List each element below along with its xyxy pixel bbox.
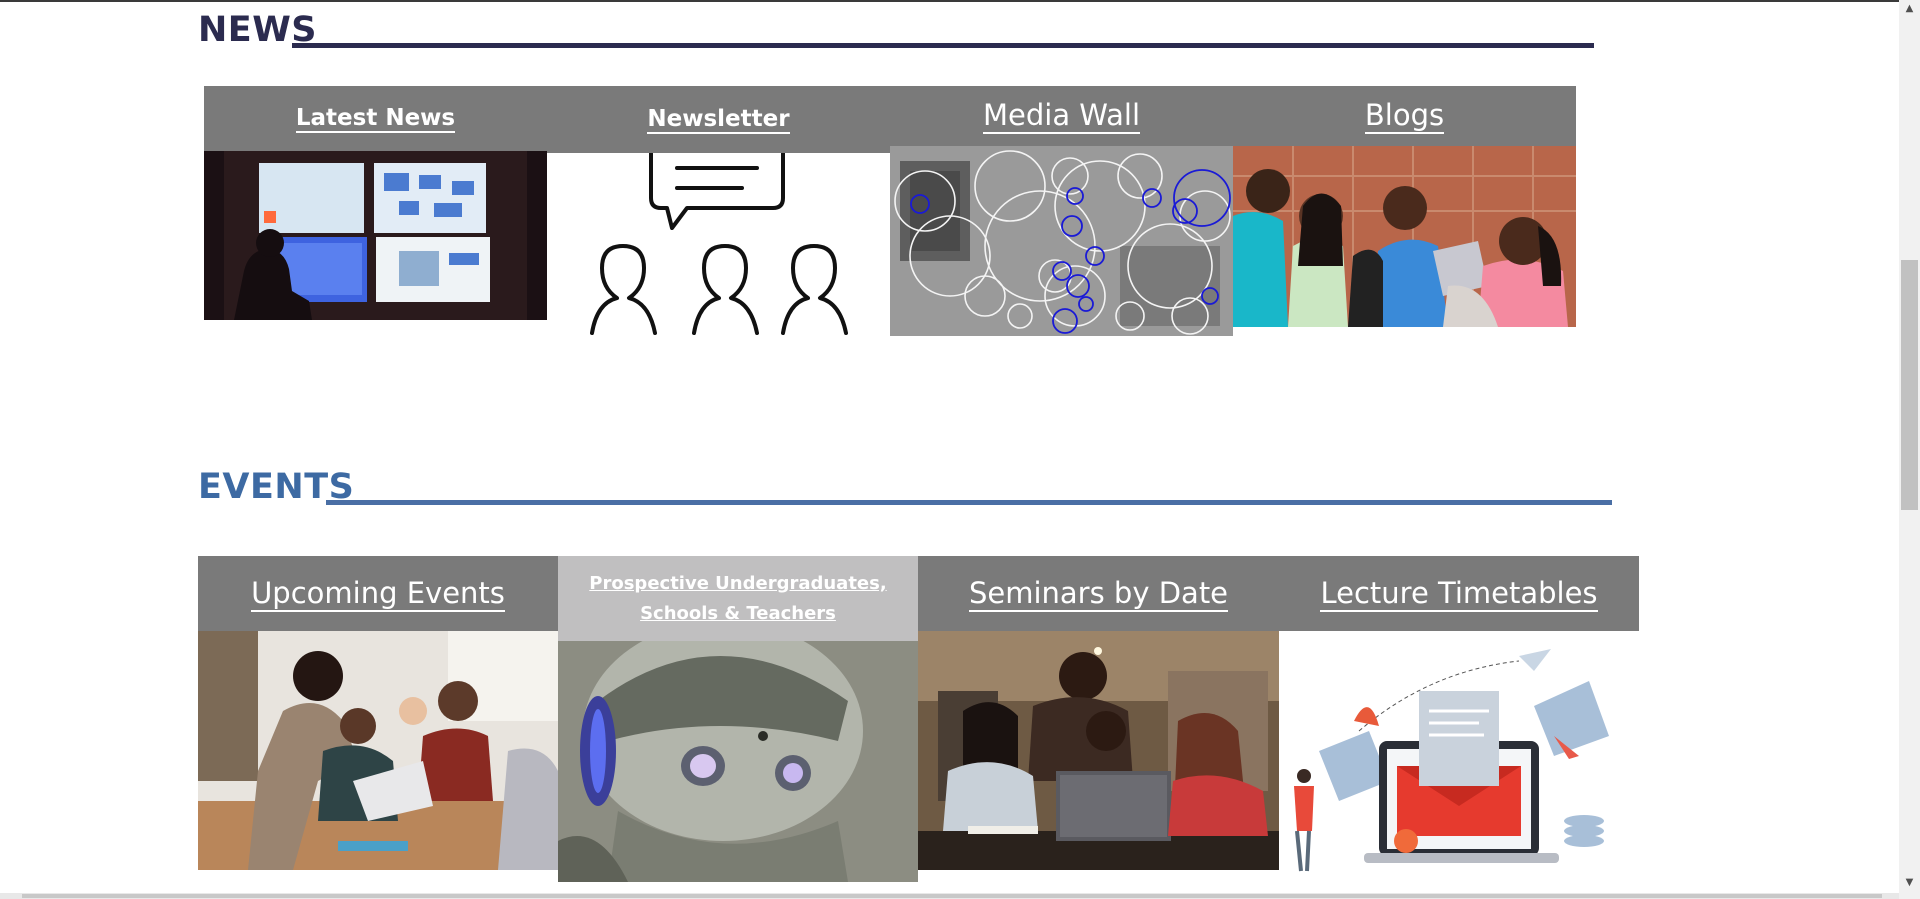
prospective-undergraduates-link[interactable]: Prospective Undergraduates, Schools & Te… (573, 569, 903, 629)
speech-bubble-people-icon (590, 153, 848, 335)
newsletter-image[interactable] (547, 153, 890, 336)
blogs-image[interactable] (1233, 146, 1576, 327)
media-wall-link[interactable]: Media Wall (982, 98, 1141, 134)
newsletter-link[interactable]: Newsletter (647, 106, 790, 134)
events-title-rule (326, 500, 1612, 505)
events-tile-seminars-by-date[interactable]: Seminars by Date (918, 556, 1279, 870)
news-title-rule (292, 43, 1594, 48)
events-tile-lecture-timetables[interactable]: Lecture Timetables (1279, 556, 1639, 890)
horizontal-scrollbar[interactable] (0, 893, 1899, 899)
scroll-down-arrow-icon[interactable]: ▼ (1899, 874, 1920, 891)
seminars-by-date-link[interactable]: Seminars by Date (968, 576, 1229, 612)
news-tile-latest-news[interactable]: Latest News (204, 86, 547, 320)
scroll-up-arrow-icon[interactable]: ▲ (1899, 0, 1920, 17)
media-wall-image[interactable] (890, 146, 1233, 336)
events-tile-prospective-undergraduates[interactable]: Prospective Undergraduates, Schools & Te… (558, 556, 918, 882)
top-border (0, 0, 1920, 2)
prospective-undergraduates-image[interactable] (558, 641, 918, 882)
news-tile-blogs[interactable]: Blogs (1233, 86, 1576, 327)
lecture-timetables-image[interactable] (1279, 631, 1639, 890)
blogs-link[interactable]: Blogs (1364, 98, 1445, 134)
latest-news-image[interactable] (204, 151, 547, 320)
news-tile-newsletter[interactable]: Newsletter (547, 86, 890, 336)
upcoming-events-image[interactable] (198, 631, 558, 870)
vertical-scrollbar-thumb[interactable] (1901, 260, 1918, 510)
horizontal-scrollbar-thumb[interactable] (22, 894, 1882, 898)
seminars-by-date-image[interactable] (918, 631, 1279, 870)
lecture-timetables-link[interactable]: Lecture Timetables (1320, 576, 1598, 612)
events-tile-upcoming-events[interactable]: Upcoming Events (198, 556, 558, 870)
news-tile-media-wall[interactable]: Media Wall (890, 86, 1233, 336)
upcoming-events-link[interactable]: Upcoming Events (251, 576, 505, 612)
latest-news-link[interactable]: Latest News (295, 105, 456, 133)
